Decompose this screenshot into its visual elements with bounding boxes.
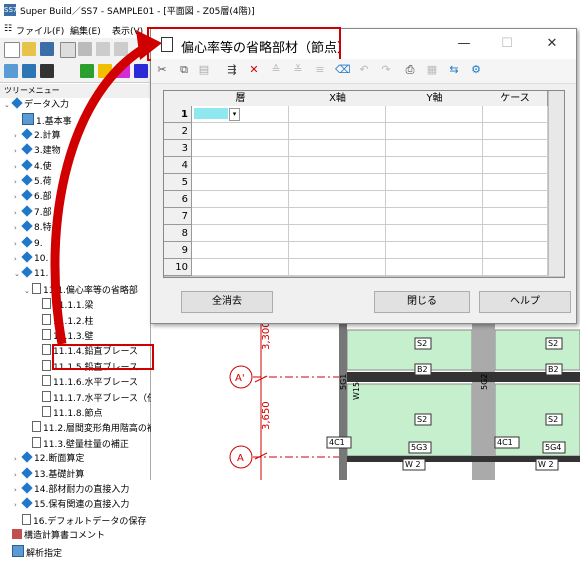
tree-item[interactable]: 解析指定	[4, 544, 63, 560]
tree-item-label: 解析指定	[26, 548, 63, 559]
grid-icon	[12, 544, 24, 557]
page-icon	[22, 513, 31, 525]
book-icon	[12, 529, 22, 540]
tree-item-label: 16.デフォルトデータの保存	[33, 516, 147, 527]
tree-item[interactable]: › 14.部材耐力の直接入力	[14, 482, 130, 498]
chevron-right-icon[interactable]: ›	[14, 498, 22, 513]
diamond-icon	[21, 497, 33, 510]
tree-item[interactable]: › 15.保有関連の直接入力	[14, 497, 130, 513]
tree-item-label: 構造計算書コメント	[24, 531, 106, 542]
chevron-right-icon[interactable]: ›	[14, 483, 22, 498]
tree-item-label: 14.部材耐力の直接入力	[34, 485, 130, 495]
annotation-arrow	[50, 30, 162, 345]
tree-item-label: 15.保有関連の直接入力	[34, 500, 130, 511]
tree-item[interactable]: 構造計算書コメント	[4, 529, 105, 544]
diamond-icon	[21, 482, 33, 494]
tree-item[interactable]: 16.デフォルトデータの保存	[14, 513, 147, 529]
